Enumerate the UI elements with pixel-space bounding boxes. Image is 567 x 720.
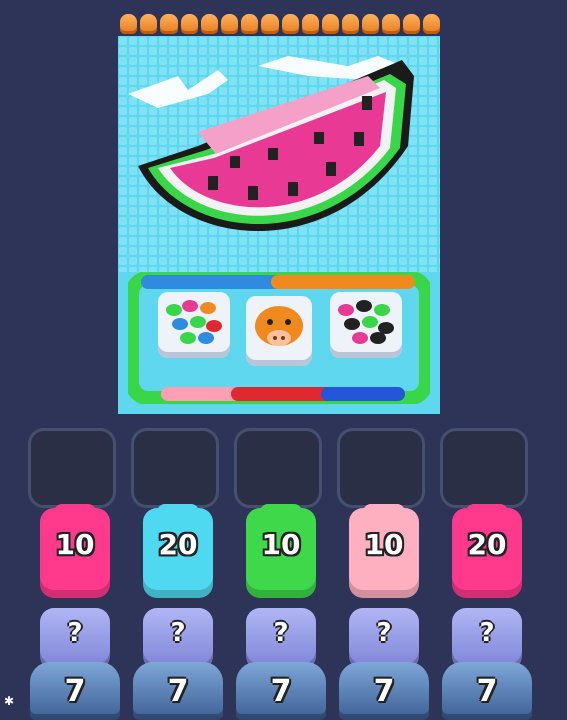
tray-slot[interactable] xyxy=(131,428,219,508)
piece-count: 20 xyxy=(158,528,198,561)
tray-slot[interactable] xyxy=(234,428,322,508)
pink-block-icon xyxy=(54,504,96,522)
jelly-bean-bowl-right[interactable] xyxy=(330,292,402,358)
pumpkin-icon xyxy=(200,14,218,34)
cannon-count: 7 xyxy=(270,674,292,709)
cannon-launcher[interactable]: 7 xyxy=(133,662,223,720)
mystery-piece[interactable]: ? xyxy=(349,608,419,670)
colorful-jelly-beans-icon xyxy=(166,300,222,344)
piece-count: 10 xyxy=(364,528,404,561)
tray-slot[interactable] xyxy=(440,428,528,508)
pixel-board[interactable] xyxy=(118,36,440,414)
cyan-block-icon xyxy=(157,504,199,522)
game-stage: 10 20 10 10 20 ? ? ? ? ? 7 7 7 7 7 ✱ xyxy=(0,0,567,720)
tray-slot[interactable] xyxy=(28,428,116,508)
pumpkin-icon xyxy=(402,14,420,34)
question-mark-icon: ? xyxy=(273,618,289,648)
top-pumpkin-row xyxy=(120,14,440,36)
piece-pink-20[interactable]: 20 xyxy=(452,504,522,598)
question-mark-icon: ? xyxy=(67,618,83,648)
pig-figure-center[interactable] xyxy=(246,296,312,366)
pumpkin-icon xyxy=(241,14,259,34)
light-pink-block-icon xyxy=(363,504,405,522)
pumpkin-icon xyxy=(220,14,239,34)
piece-light-pink-10[interactable]: 10 xyxy=(349,504,419,598)
pumpkin-icon xyxy=(342,14,360,34)
orange-pig-icon xyxy=(255,306,303,346)
pumpkin-icon xyxy=(261,14,279,34)
pumpkin-icon xyxy=(180,14,198,34)
mystery-piece[interactable]: ? xyxy=(452,608,522,670)
cannon-launcher[interactable]: 7 xyxy=(30,662,120,720)
cannon-launcher[interactable]: 7 xyxy=(339,662,429,720)
cannon-count: 7 xyxy=(167,674,189,709)
mystery-piece[interactable]: ? xyxy=(246,608,316,670)
pumpkin-icon xyxy=(382,14,400,34)
mystery-piece[interactable]: ? xyxy=(40,608,110,670)
pumpkin-icon xyxy=(140,14,158,34)
jelly-bean-bowl-left[interactable] xyxy=(158,292,230,358)
question-mark-icon: ? xyxy=(479,618,495,648)
pumpkin-icon xyxy=(422,14,440,34)
piece-pink-10[interactable]: 10 xyxy=(40,504,110,598)
pumpkin-icon xyxy=(120,14,138,34)
piece-count: 10 xyxy=(261,528,301,561)
pumpkin-icon xyxy=(362,14,380,34)
sparkle-icon: ✱ xyxy=(4,694,15,708)
cannon-count: 7 xyxy=(476,674,498,709)
green-block-icon xyxy=(260,504,302,522)
cannon-launcher[interactable]: 7 xyxy=(236,662,326,720)
cannon-count: 7 xyxy=(64,674,86,709)
mystery-piece[interactable]: ? xyxy=(143,608,213,670)
watermelon-pixel-art xyxy=(118,36,440,272)
piece-count: 20 xyxy=(467,528,507,561)
tray-slot[interactable] xyxy=(337,428,425,508)
pumpkin-icon xyxy=(321,14,340,34)
pumpkin-icon xyxy=(281,14,299,34)
piece-green-10[interactable]: 10 xyxy=(246,504,316,598)
cannon-launcher[interactable]: 7 xyxy=(442,662,532,720)
pumpkin-icon xyxy=(160,14,178,34)
question-mark-icon: ? xyxy=(170,618,186,648)
piece-cyan-20[interactable]: 20 xyxy=(143,504,213,598)
cannon-count: 7 xyxy=(373,674,395,709)
pumpkin-icon xyxy=(301,14,319,34)
question-mark-icon: ? xyxy=(376,618,392,648)
pink-block-icon xyxy=(466,504,508,522)
dark-jelly-beans-icon xyxy=(338,300,394,344)
piece-count: 10 xyxy=(55,528,95,561)
